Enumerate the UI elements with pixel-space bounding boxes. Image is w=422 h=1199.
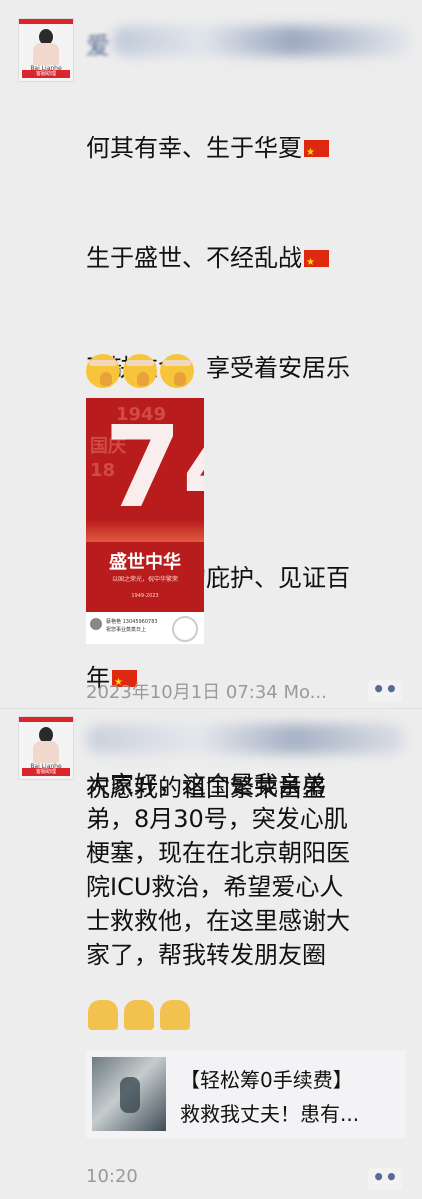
avatar-badge: 客服助理: [22, 70, 70, 78]
emoji-row: [88, 1000, 190, 1036]
more-options-button[interactable]: ••: [368, 679, 402, 702]
link-title: 【轻松筹0手续费】: [180, 1068, 353, 1092]
poster-footer-name: 蔡艳艳 13045960783: [106, 619, 158, 625]
poster-title: 盛世中华: [109, 552, 181, 573]
avatar[interactable]: Bai Lianhe 客服助理: [18, 18, 74, 82]
salute-face-icon: [86, 354, 120, 388]
avatar[interactable]: Bai Lianhe 客服助理: [18, 716, 74, 780]
text-line: 生于盛世、不经乱战: [86, 242, 406, 279]
china-flag-icon: [304, 247, 329, 279]
avatar-body: [33, 43, 59, 65]
nickname-redaction: [112, 26, 412, 56]
post-timestamp: 2023年10月1日 07:34 Mo...: [86, 682, 327, 703]
poster-skyline: [86, 520, 204, 542]
more-options-button[interactable]: ••: [368, 1167, 402, 1190]
avatar-strip: [19, 717, 73, 722]
poster-date: 1949-2023: [131, 593, 159, 599]
link-thumbnail: [92, 1057, 166, 1131]
post-divider: [0, 708, 422, 709]
praying-hands-icon: [124, 1000, 154, 1030]
salute-face-icon: [160, 354, 194, 388]
poster-footer-avatar: [90, 618, 102, 630]
shared-link-card[interactable]: 【轻松筹0手续费】 救救我丈夫！患有...: [86, 1050, 406, 1138]
emoji-row: [86, 354, 197, 388]
avatar-strip: [19, 19, 73, 24]
poster-image[interactable]: 1949 国庆 18 74 盛世中华 以国之荣光，祝中华繁荣 1949-2023…: [86, 398, 204, 644]
avatar-body: [33, 741, 59, 763]
praying-hands-icon: [88, 1000, 118, 1030]
link-description: 救救我丈夫！患有...: [180, 1102, 360, 1126]
text-line: 何其有幸、生于华夏: [86, 132, 406, 169]
qr-code-icon: [172, 616, 198, 642]
salute-face-icon: [123, 354, 157, 388]
post-text: 大家好，这个是我亲弟 弟，8月30号，突发心肌 梗塞，现在在北京朝阳医 院ICU…: [86, 771, 350, 969]
nickname-redaction: [86, 724, 406, 754]
post-timestamp: 10:20: [86, 1166, 138, 1187]
avatar-badge: 客服助理: [22, 768, 70, 776]
praying-hands-icon: [160, 1000, 190, 1030]
poster-subtitle: 以国之荣光，祝中华繁荣: [111, 576, 178, 583]
china-flag-icon: [304, 137, 329, 169]
poster-footer: 蔡艳艳 13045960783 祝您事业蒸蒸日上: [86, 612, 204, 644]
poster-footer-sub: 祝您事业蒸蒸日上: [106, 627, 147, 633]
nickname[interactable]: 爱: [86, 26, 110, 61]
poster-number: 74: [104, 403, 204, 533]
